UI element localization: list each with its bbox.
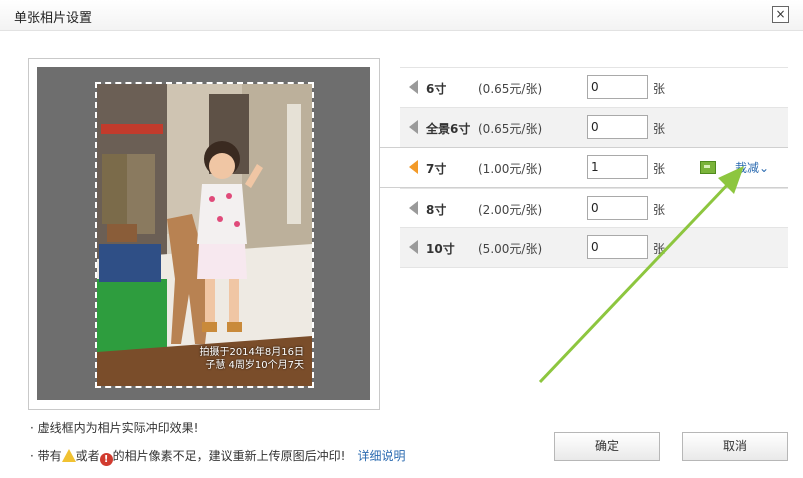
close-button[interactable]: × <box>772 6 789 23</box>
size-row-panorama-6in[interactable]: 全景6寸 (0.65元/张) 张 <box>400 107 788 147</box>
dialog-titlebar: 单张相片设置 × <box>0 0 803 31</box>
photo-preview-frame: 拍摄于2014年8月16日 子慧 4周岁10个月7天 <box>28 58 380 410</box>
left-triangle-icon <box>409 80 418 94</box>
left-triangle-icon <box>409 201 418 215</box>
left-triangle-icon <box>409 120 418 134</box>
size-price: (0.65元/张) <box>478 82 543 96</box>
size-label: 6寸 <box>426 82 447 96</box>
quantity-unit: 张 <box>653 122 666 136</box>
photo-stamp-line2: 子慧 4周岁10个月7天 <box>205 360 304 371</box>
ok-button[interactable]: 确定 <box>554 432 660 461</box>
size-label: 8寸 <box>426 203 447 217</box>
size-row-6in[interactable]: 6寸 (0.65元/张) 张 <box>400 67 788 107</box>
notes: · 虚线框内为相片实际冲印效果! · 带有 或者! 的相片像素不足，建议重新上传原图… <box>30 420 406 476</box>
size-price: (0.65元/张) <box>478 122 543 136</box>
size-label: 7寸 <box>426 162 447 176</box>
note2-middle: 或者 <box>75 449 100 463</box>
photo-preview-background: 拍摄于2014年8月16日 子慧 4周岁10个月7天 <box>37 67 370 400</box>
quantity-unit: 张 <box>653 82 666 96</box>
error-icon: ! <box>99 453 113 466</box>
left-triangle-icon <box>409 160 418 174</box>
chevron-down-icon: ⌄ <box>759 161 770 175</box>
cancel-button[interactable]: 取消 <box>682 432 788 461</box>
photo-date-stamp: 拍摄于2014年8月16日 子慧 4周岁10个月7天 <box>199 346 304 372</box>
note2-prefix: 带有 <box>37 449 62 463</box>
photo-image <box>97 84 312 386</box>
quantity-input-6in[interactable] <box>587 75 648 99</box>
annotation-arrow <box>538 166 744 384</box>
warning-icon <box>61 449 76 462</box>
note1-text: 虚线框内为相片实际冲印效果! <box>37 421 199 435</box>
photo-stamp-line1: 拍摄于2014年8月16日 <box>199 347 304 358</box>
detail-link[interactable]: 详细说明 <box>357 449 405 463</box>
size-label: 10寸 <box>426 242 455 256</box>
photo-preview: 拍摄于2014年8月16日 子慧 4周岁10个月7天 <box>95 82 314 388</box>
note-low-resolution: · 带有 或者! 的相片像素不足，建议重新上传原图后冲印! 详细说明 <box>30 449 406 466</box>
size-label: 全景6寸 <box>426 122 471 136</box>
note2-suffix: 的相片像素不足，建议重新上传原图后冲印! <box>112 449 346 463</box>
quantity-input-panorama-6in[interactable] <box>587 115 648 139</box>
note-dashed-frame: · 虚线框内为相片实际冲印效果! <box>30 421 199 435</box>
left-triangle-icon <box>409 240 418 254</box>
dialog-title: 单张相片设置 <box>14 11 93 26</box>
